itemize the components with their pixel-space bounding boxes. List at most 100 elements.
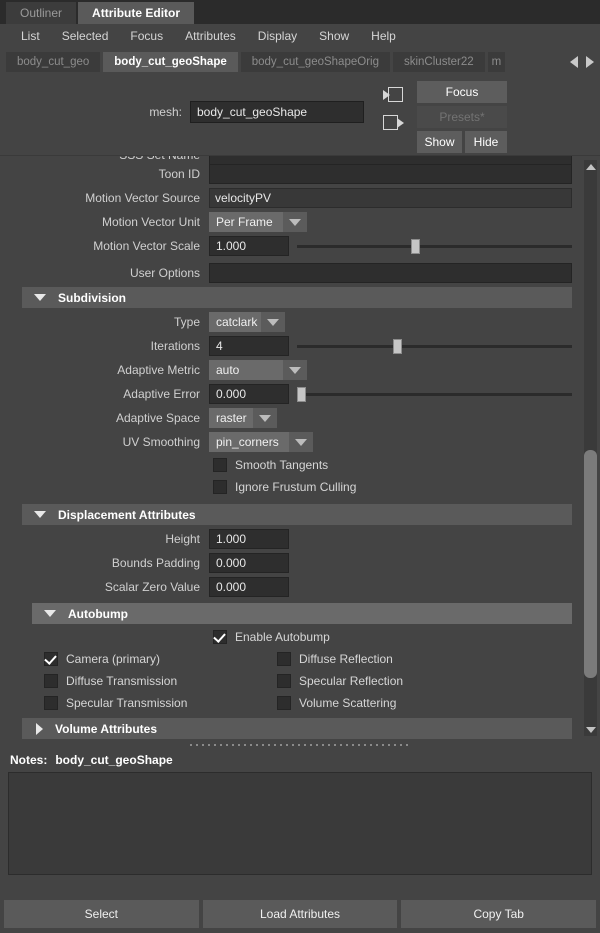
- notes-textarea[interactable]: [8, 772, 592, 875]
- connection-icons: [382, 83, 404, 133]
- section-header-subdivision[interactable]: Subdivision: [22, 287, 572, 308]
- attr-label-enable-autobump: Enable Autobump: [235, 630, 330, 644]
- tab-scroll-right-button[interactable]: [582, 49, 598, 75]
- checkbox-smooth-tangents[interactable]: [213, 458, 227, 472]
- menu-item-list[interactable]: List: [10, 24, 51, 49]
- checkbox-specular-transmission[interactable]: [44, 696, 58, 710]
- menu-item-show[interactable]: Show: [308, 24, 360, 49]
- attr-slider-adaptive-error[interactable]: [297, 384, 572, 404]
- slider-thumb[interactable]: [297, 387, 306, 402]
- attr-dropdown-subdivision-type[interactable]: catclark: [209, 312, 285, 332]
- attr-row-motion-vector-unit: Motion Vector Unit Per Frame: [10, 210, 582, 234]
- attr-label-diffuse-transmission: Diffuse Transmission: [66, 674, 178, 688]
- attr-row-height: Height 1.000: [10, 527, 582, 551]
- chevron-down-icon: [283, 360, 307, 380]
- bottom-button-bar: Select Load Attributes Copy Tab: [0, 899, 600, 933]
- checkbox-enable-autobump[interactable]: [213, 630, 227, 644]
- attr-row-user-options: User Options: [10, 261, 582, 285]
- attr-row-diffuse-transmission: Diffuse Transmission: [22, 670, 262, 692]
- scrollbar-thumb[interactable]: [584, 450, 597, 678]
- attr-row-specular-reflection: Specular Reflection: [262, 670, 502, 692]
- checkbox-specular-reflection[interactable]: [277, 674, 291, 688]
- checkbox-volume-scattering[interactable]: [277, 696, 291, 710]
- select-button[interactable]: Select: [4, 900, 199, 928]
- caret-down-icon: [34, 294, 46, 301]
- notes-label: Notes:: [10, 753, 48, 767]
- section-header-autobump[interactable]: Autobump: [32, 603, 572, 624]
- attr-row-smooth-tangents: Smooth Tangents: [10, 454, 582, 476]
- section-header-volume-attributes[interactable]: Volume Attributes: [22, 718, 572, 739]
- node-tab-overflow[interactable]: m: [487, 52, 506, 72]
- show-button[interactable]: Show: [417, 131, 462, 153]
- node-tab-body-cut-geo[interactable]: body_cut_geo: [6, 52, 101, 72]
- attr-input-user-options[interactable]: [209, 263, 572, 283]
- chevron-down-icon: [283, 212, 307, 232]
- attr-dropdown-uv-smoothing[interactable]: pin_corners: [209, 432, 313, 452]
- attr-input-scalar-zero-value[interactable]: 0.000: [209, 577, 289, 597]
- presets-button[interactable]: Presets*: [417, 106, 507, 128]
- attr-label-motion-vector-unit: Motion Vector Unit: [101, 215, 200, 229]
- attr-dropdown-adaptive-metric[interactable]: auto: [209, 360, 307, 380]
- attribute-scrollbar[interactable]: [584, 160, 597, 736]
- attr-input-bounds-padding[interactable]: 0.000: [209, 553, 289, 573]
- attr-label-volume-scattering: Volume Scattering: [299, 696, 397, 710]
- copy-tab-button[interactable]: Copy Tab: [401, 900, 597, 928]
- checkbox-diffuse-transmission[interactable]: [44, 674, 58, 688]
- show-hide-group: Show Hide: [417, 131, 507, 153]
- input-connection-icon[interactable]: [382, 83, 404, 105]
- attr-input-toon-id[interactable]: [209, 164, 572, 184]
- chevron-left-icon: [570, 56, 578, 68]
- attr-dropdown-motion-vector-unit[interactable]: Per Frame: [209, 212, 307, 232]
- focus-button[interactable]: Focus: [417, 81, 507, 103]
- attr-row-adaptive-error: Adaptive Error 0.000: [10, 382, 582, 406]
- attr-label-specular-reflection: Specular Reflection: [299, 674, 404, 688]
- attr-input-motion-vector-scale[interactable]: 1.000: [209, 236, 289, 256]
- caret-down-icon: [44, 610, 56, 617]
- autobump-left-column: Camera (primary) Diffuse Transmission Sp…: [22, 648, 262, 714]
- panel-tab-bar: Outliner Attribute Editor: [0, 0, 600, 24]
- node-tab-body-cut-geoshape[interactable]: body_cut_geoShape: [103, 52, 238, 72]
- node-tab-scroll-arrows: [566, 49, 598, 75]
- attr-slider-motion-vector-scale[interactable]: [297, 236, 572, 256]
- attr-input-iterations[interactable]: 4: [209, 336, 289, 356]
- attribute-scroll-area: SSS Set Name Toon ID Motion Vector Sourc…: [0, 155, 600, 740]
- attr-dropdown-value-adaptive-space: raster: [216, 411, 247, 425]
- checkbox-ignore-frustum-culling[interactable]: [213, 480, 227, 494]
- slider-thumb[interactable]: [392, 339, 402, 354]
- triangle-up-icon: [585, 163, 596, 170]
- scroll-up-button[interactable]: [584, 160, 597, 173]
- panel-tab-attribute-editor[interactable]: Attribute Editor: [78, 2, 195, 24]
- tab-scroll-left-button[interactable]: [566, 49, 582, 75]
- attr-input-adaptive-error[interactable]: 0.000: [209, 384, 289, 404]
- section-header-displacement-attributes[interactable]: Displacement Attributes: [22, 504, 572, 525]
- attr-input-motion-vector-source[interactable]: velocityPV: [209, 188, 572, 208]
- checkbox-camera-primary[interactable]: [44, 652, 58, 666]
- attr-input-height[interactable]: 1.000: [209, 529, 289, 549]
- notes-node-name: body_cut_geoShape: [55, 753, 173, 767]
- load-attributes-button[interactable]: Load Attributes: [202, 900, 398, 928]
- hide-button[interactable]: Hide: [465, 131, 507, 153]
- attr-dropdown-adaptive-space[interactable]: raster: [209, 408, 277, 428]
- menu-item-selected[interactable]: Selected: [51, 24, 120, 49]
- attr-label-subdivision-type: Type: [173, 315, 200, 329]
- section-title-volume-attributes: Volume Attributes: [55, 721, 158, 736]
- menu-item-attributes[interactable]: Attributes: [174, 24, 247, 49]
- menu-item-display[interactable]: Display: [247, 24, 308, 49]
- attr-row-sss-set-name: SSS Set Name: [10, 156, 582, 165]
- attr-row-specular-transmission: Specular Transmission: [22, 692, 262, 714]
- attr-label-camera-primary: Camera (primary): [66, 652, 161, 666]
- attr-slider-iterations[interactable]: [297, 336, 572, 356]
- node-tab-skincluster22[interactable]: skinCluster22: [392, 52, 485, 72]
- panel-tab-outliner[interactable]: Outliner: [6, 2, 77, 24]
- checkbox-diffuse-reflection[interactable]: [277, 652, 291, 666]
- menu-item-help[interactable]: Help: [360, 24, 407, 49]
- menu-item-focus[interactable]: Focus: [119, 24, 174, 49]
- caret-down-icon: [34, 511, 46, 518]
- section-title-autobump: Autobump: [68, 606, 128, 621]
- slider-thumb[interactable]: [411, 239, 421, 254]
- node-name-input[interactable]: body_cut_geoShape: [190, 101, 364, 123]
- node-tab-body-cut-geoshapeorig[interactable]: body_cut_geoShapeOrig: [240, 52, 390, 72]
- output-connection-icon[interactable]: [382, 111, 404, 133]
- scroll-down-button[interactable]: [584, 723, 597, 736]
- panel-splitter-handle[interactable]: [0, 740, 600, 750]
